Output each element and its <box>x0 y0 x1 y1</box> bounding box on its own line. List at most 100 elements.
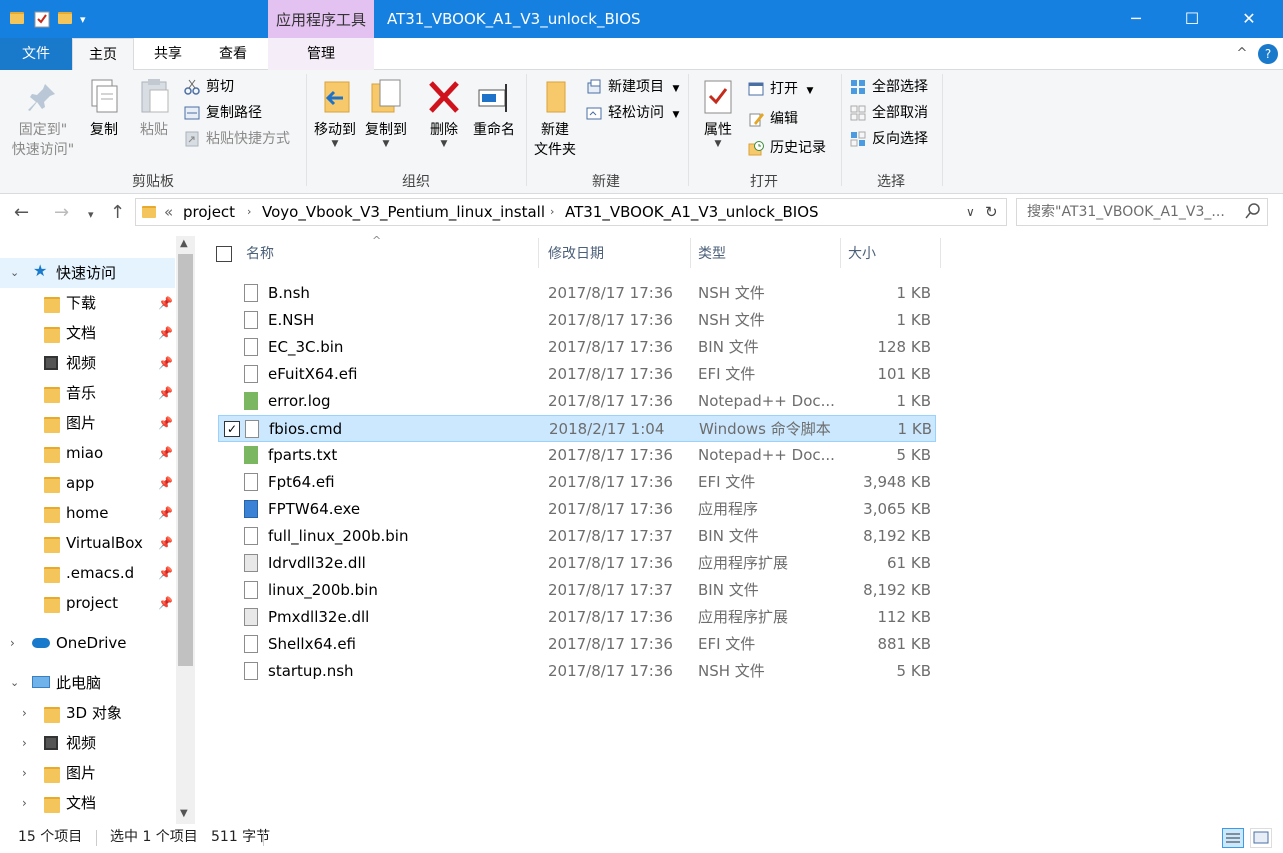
customize-quick-access-icon[interactable]: ▾ <box>80 12 96 30</box>
nav-item-virtualbox[interactable]: VirtualBox 📌 <box>0 528 175 558</box>
select-all-checkbox[interactable] <box>216 246 232 262</box>
breadcrumb-separator-icon[interactable]: › <box>247 199 251 225</box>
breadcrumb-overflow[interactable]: « <box>164 199 173 225</box>
breadcrumb-voyo[interactable]: Voyo_Vbook_V3_Pentium_linux_install <box>262 199 545 225</box>
collapsed-chevron-icon[interactable]: › <box>22 788 27 818</box>
collapsed-chevron-icon[interactable]: › <box>22 698 27 728</box>
nav-item-app[interactable]: app 📌 <box>0 468 175 498</box>
address-bar[interactable]: « project › Voyo_Vbook_V3_Pentium_linux_… <box>135 198 1007 226</box>
minimize-button[interactable]: ─ <box>1113 0 1159 38</box>
collapsed-chevron-icon[interactable]: › <box>22 728 27 758</box>
nav-item-miao[interactable]: miao 📌 <box>0 438 175 468</box>
file-row[interactable]: ✓ fbios.cmd 2018/2/17 1:04 Windows 命令脚本 1 KB <box>218 415 936 442</box>
nav-item-videos[interactable]: 视频 📌 <box>0 348 175 378</box>
nav-item-pc-documents[interactable]: › 文档 <box>0 788 175 818</box>
column-header-name[interactable]: 名称 <box>246 236 274 272</box>
close-button[interactable]: ✕ <box>1226 0 1272 38</box>
up-arrow-icon[interactable]: ↑ <box>110 202 125 223</box>
nav-item-downloads[interactable]: 下载 📌 <box>0 288 175 318</box>
forward-arrow-icon[interactable]: → <box>54 202 69 223</box>
nav-item-project[interactable]: project 📌 <box>0 588 175 618</box>
file-row[interactable]: Shellx64.efi 2017/8/17 17:36 EFI 文件 881 KB <box>218 631 936 658</box>
new-folder-button[interactable]: 新建 文件夹 <box>530 78 580 160</box>
new-item-button[interactable]: 新建项目 ▼ <box>586 76 679 98</box>
file-row[interactable]: linux_200b.bin 2017/8/17 17:37 BIN 文件 8,192… <box>218 577 936 604</box>
breadcrumb-separator-icon[interactable]: › <box>550 199 554 225</box>
scroll-down-icon[interactable]: ▼ <box>180 808 188 819</box>
search-box[interactable]: 搜索"AT31_VBOOK_A1_V3_... <box>1016 198 1268 226</box>
tab-file[interactable]: 文件 <box>0 38 72 70</box>
history-button[interactable]: 历史记录 <box>748 137 826 159</box>
nav-item-pc-pictures[interactable]: › 图片 <box>0 758 175 788</box>
file-row[interactable]: FPTW64.exe 2017/8/17 17:36 应用程序 3,065 KB <box>218 496 936 523</box>
file-row[interactable]: fparts.txt 2017/8/17 17:36 Notepad++ Doc..… <box>218 442 936 469</box>
large-icons-view-icon[interactable] <box>1250 828 1272 848</box>
nav-scrollbar[interactable]: ▲ ▼ <box>176 236 195 824</box>
file-row[interactable]: full_linux_200b.bin 2017/8/17 17:37 BIN 文件… <box>218 523 936 550</box>
nav-item-emacs-d[interactable]: .emacs.d 📌 <box>0 558 175 588</box>
row-checkbox[interactable]: ✓ <box>224 421 240 437</box>
nav-item-music[interactable]: 音乐 📌 <box>0 378 175 408</box>
file-row[interactable]: B.nsh 2017/8/17 17:36 NSH 文件 1 KB <box>218 280 936 307</box>
column-divider[interactable] <box>690 238 691 268</box>
pin-to-quick-access-button[interactable]: 固定到" 快速访问" <box>8 78 78 160</box>
search-icon[interactable] <box>1245 202 1261 224</box>
file-row[interactable]: eFuitX64.efi 2017/8/17 17:36 EFI 文件 101 KB <box>218 361 936 388</box>
maximize-button[interactable]: ☐ <box>1169 0 1215 38</box>
column-header-type[interactable]: 类型 <box>698 236 726 272</box>
file-row[interactable]: error.log 2017/8/17 17:36 Notepad++ Doc...… <box>218 388 936 415</box>
file-row[interactable]: Pmxdll32e.dll 2017/8/17 17:36 应用程序扩展 112 KB <box>218 604 936 631</box>
edit-button[interactable]: 编辑 <box>748 108 798 130</box>
nav-scrollbar-thumb[interactable] <box>178 254 193 666</box>
delete-button[interactable]: 删除 ▼ <box>424 78 464 149</box>
column-divider[interactable] <box>840 238 841 268</box>
help-icon[interactable]: ? <box>1258 44 1278 64</box>
collapsed-chevron-icon[interactable]: › <box>10 628 15 658</box>
properties-quick-icon[interactable] <box>34 10 50 28</box>
properties-button[interactable]: 属性 ▼ <box>696 78 740 149</box>
collapse-ribbon-icon[interactable]: ^ <box>1232 38 1252 70</box>
nav-quick-access[interactable]: ⌄ ★ 快速访问 <box>0 258 175 288</box>
nav-this-pc[interactable]: ⌄ 此电脑 <box>0 668 175 698</box>
refresh-icon[interactable]: ↻ <box>985 199 998 225</box>
file-row[interactable]: Idrvdll32e.dll 2017/8/17 17:36 应用程序扩展 61 KB <box>218 550 936 577</box>
tab-share[interactable]: 共享 <box>136 38 200 70</box>
select-none-button[interactable]: 全部取消 <box>850 102 928 124</box>
address-dropdown-icon[interactable]: ∨ <box>966 199 975 225</box>
nav-item-home[interactable]: home 📌 <box>0 498 175 528</box>
invert-selection-button[interactable]: 反向选择 <box>850 128 928 150</box>
paste-shortcut-button[interactable]: 粘贴快捷方式 <box>184 128 290 150</box>
column-divider[interactable] <box>940 238 941 268</box>
tab-view[interactable]: 查看 <box>200 38 266 70</box>
column-divider[interactable] <box>538 238 539 268</box>
rename-button[interactable]: 重命名 <box>470 78 518 140</box>
tab-manage[interactable]: 管理 <box>268 38 374 70</box>
move-to-button[interactable]: 移动到 ▼ <box>312 78 358 149</box>
column-header-size[interactable]: 大小 <box>848 236 876 272</box>
cut-button[interactable]: 剪切 <box>184 76 234 98</box>
back-arrow-icon[interactable]: ← <box>14 202 29 223</box>
copy-path-button[interactable]: 复制路径 <box>184 102 262 124</box>
collapsed-chevron-icon[interactable]: › <box>22 758 27 788</box>
file-row[interactable]: Fpt64.efi 2017/8/17 17:36 EFI 文件 3,948 KB <box>218 469 936 496</box>
nav-item-pictures[interactable]: 图片 📌 <box>0 408 175 438</box>
recent-locations-chevron-icon[interactable]: ▾ <box>88 208 94 221</box>
paste-button[interactable]: 粘贴 <box>134 78 174 140</box>
file-row[interactable]: EC_3C.bin 2017/8/17 17:36 BIN 文件 128 KB <box>218 334 936 361</box>
nav-onedrive[interactable]: › OneDrive <box>0 628 175 658</box>
nav-item-3d-objects[interactable]: › 3D 对象 <box>0 698 175 728</box>
expanded-chevron-icon[interactable]: ⌄ <box>10 668 19 698</box>
easy-access-button[interactable]: 轻松访问 ▼ <box>586 102 679 124</box>
nav-item-documents[interactable]: 文档 📌 <box>0 318 175 348</box>
expanded-chevron-icon[interactable]: ⌄ <box>10 258 19 288</box>
file-row[interactable]: E.NSH 2017/8/17 17:36 NSH 文件 1 KB <box>218 307 936 334</box>
copy-to-button[interactable]: 复制到 ▼ <box>362 78 410 149</box>
breadcrumb-current[interactable]: AT31_VBOOK_A1_V3_unlock_BIOS <box>565 199 819 225</box>
column-header-date[interactable]: 修改日期 <box>548 236 604 272</box>
details-view-icon[interactable] <box>1222 828 1244 848</box>
copy-button[interactable]: 复制 <box>84 78 124 140</box>
tab-home[interactable]: 主页 <box>72 38 134 71</box>
file-row[interactable]: startup.nsh 2017/8/17 17:36 NSH 文件 5 KB <box>218 658 936 685</box>
open-button[interactable]: 打开 ▼ <box>748 78 813 100</box>
nav-item-pc-videos[interactable]: › 视频 <box>0 728 175 758</box>
